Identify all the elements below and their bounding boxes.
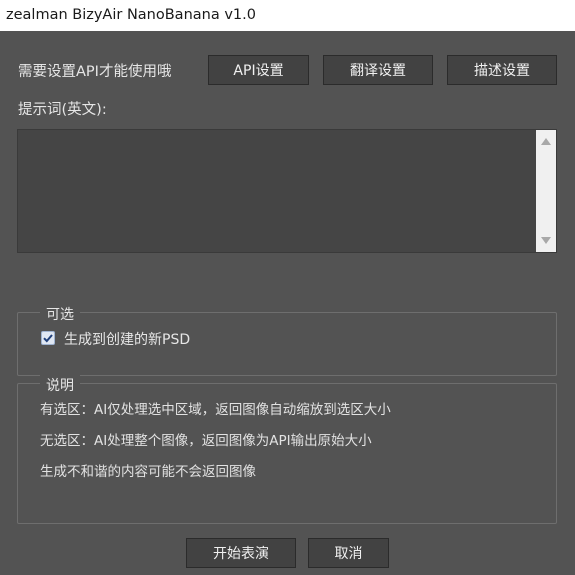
info-group-legend: 说明: [40, 375, 80, 395]
prompt-input[interactable]: [18, 130, 536, 252]
prompt-label: 提示词(英文):: [18, 102, 107, 118]
dialog-body: 需要设置API才能使用哦 API设置 翻译设置 描述设置 提示词(英文): 可选…: [0, 31, 575, 575]
info-line-warning: 生成不和谐的内容可能不会返回图像: [40, 464, 256, 480]
scroll-up-arrow-icon[interactable]: [541, 138, 551, 145]
translate-settings-button[interactable]: 翻译设置: [323, 55, 433, 85]
create-new-psd-checkbox[interactable]: [41, 331, 55, 345]
prompt-scrollbar[interactable]: [536, 130, 556, 252]
window-title: zealman BizyAir NanoBanana v1.0: [6, 7, 256, 23]
api-settings-button[interactable]: API设置: [208, 55, 309, 85]
window-title-bar: zealman BizyAir NanoBanana v1.0: [0, 0, 575, 31]
cancel-button[interactable]: 取消: [308, 538, 389, 568]
api-notice: 需要设置API才能使用哦: [18, 64, 172, 80]
create-new-psd-label[interactable]: 生成到创建的新PSD: [64, 329, 190, 349]
start-button[interactable]: 开始表演: [186, 538, 296, 568]
describe-settings-button[interactable]: 描述设置: [447, 55, 557, 85]
scroll-down-arrow-icon[interactable]: [541, 237, 551, 244]
prompt-textarea-container: [17, 129, 557, 253]
options-group-legend: 可选: [40, 304, 80, 324]
checkmark-icon: [43, 334, 53, 343]
info-line-no-selection: 无选区：AI处理整个图像，返回图像为API输出原始大小: [40, 433, 372, 449]
info-line-selection: 有选区：AI仅处理选中区域，返回图像自动缩放到选区大小: [40, 402, 391, 418]
